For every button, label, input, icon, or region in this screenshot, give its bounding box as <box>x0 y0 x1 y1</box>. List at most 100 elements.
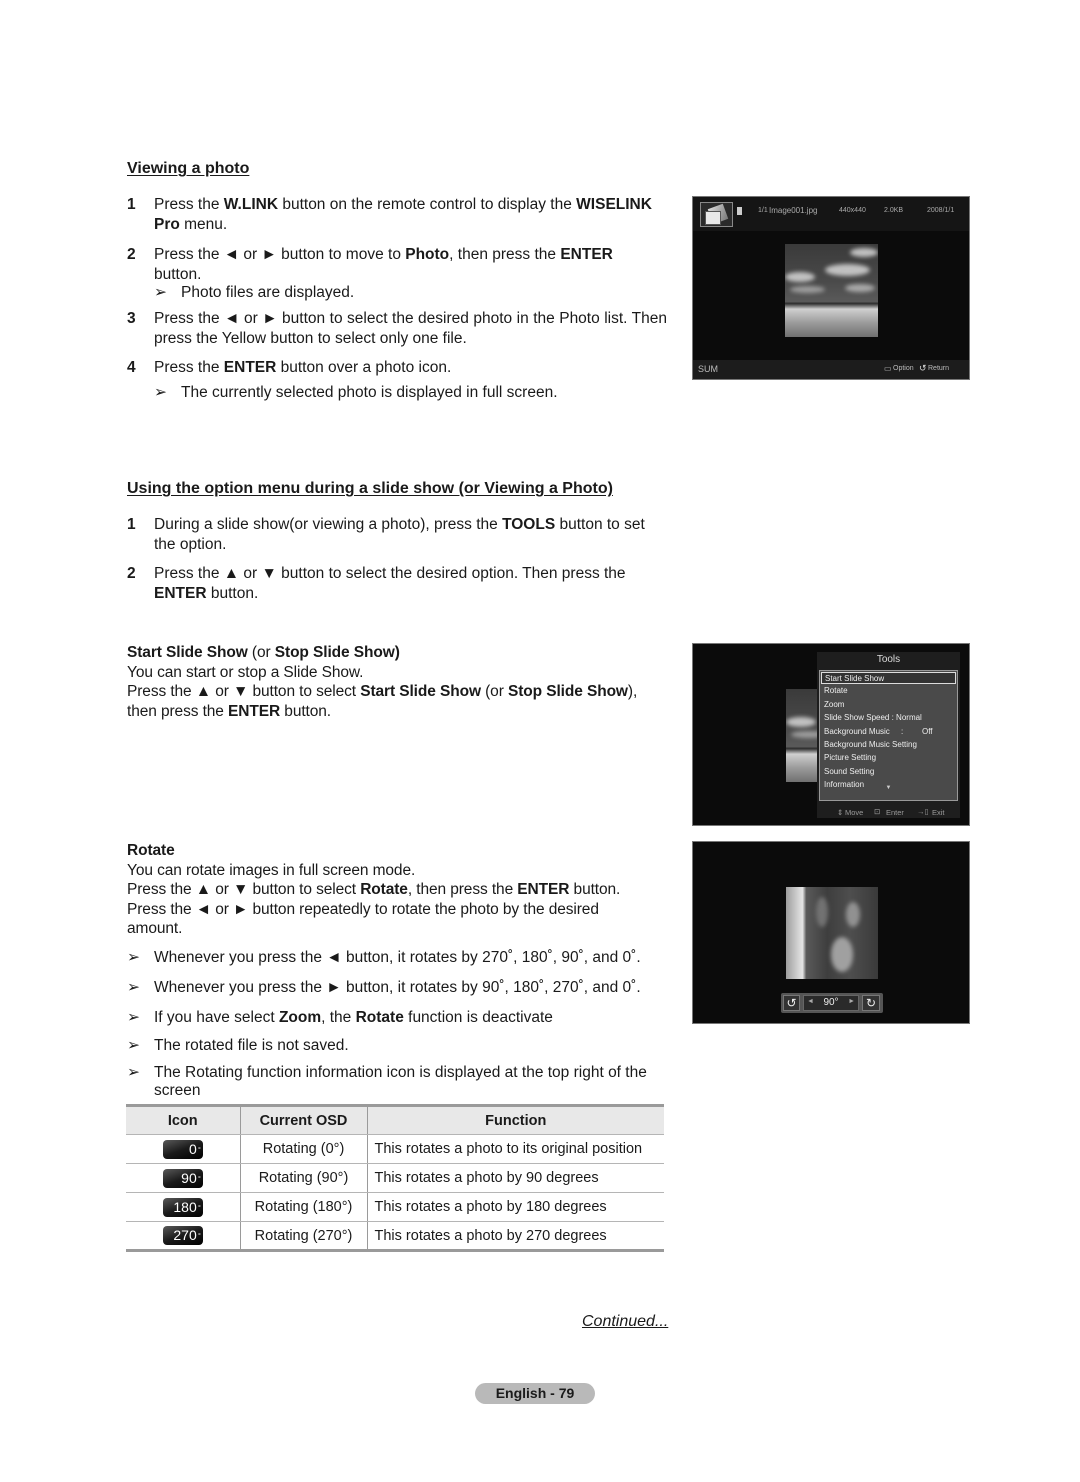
rotation-table: Icon Current OSD Function 0 ° Rotating (0°… <box>126 1104 664 1252</box>
rotation-180-icon: 180 ° <box>162 1197 203 1217</box>
osd-cell: Rotating (270°) <box>239 1221 367 1252</box>
keyword: Rotate <box>355 1009 404 1026</box>
tools-menu-item-label: Rotate <box>824 686 848 696</box>
continued-label: Continued... <box>582 1313 669 1330</box>
step-number: 3 <box>127 310 136 327</box>
text: button over a photo icon. <box>276 359 452 376</box>
status-bar: SUM ▭ Option ↺ Return <box>693 360 969 379</box>
step-2: 2 Press the ◄ or ► button to move to Pho… <box>127 245 627 284</box>
tools-title: Tools <box>876 654 901 665</box>
rotate-note: ➢ The Rotating function information icon… <box>127 1064 647 1099</box>
resolution: 440x440 <box>839 207 866 214</box>
arrow-icon: ➢ <box>127 949 140 966</box>
arrow-icon: ➢ <box>127 1064 140 1081</box>
text: button. <box>280 702 332 720</box>
table-row: 90 ° Rotating (90°) This rotates a photo by… <box>126 1163 664 1193</box>
icon-cell: 0 ° <box>126 1134 240 1164</box>
degree-mark: ° <box>197 1146 201 1154</box>
rotate-osd: ↺ ◄ 90° ► ↻ <box>781 993 883 1013</box>
degree-mark: ° <box>197 1233 201 1240</box>
rotate-right-icon[interactable]: ↻ <box>862 995 880 1011</box>
rotate-note: ➢ Whenever you press the ◄ button, it ro… <box>127 949 641 966</box>
rotated-photo <box>786 887 878 979</box>
tools-menu-item-value: Off <box>922 726 933 736</box>
text: Press the <box>154 359 224 376</box>
text: button on the remote control to display … <box>278 196 577 213</box>
arrow-icon: ➢ <box>127 979 140 996</box>
step-number: 1 <box>127 516 136 533</box>
photo-icon <box>700 202 733 227</box>
step-3: 3 Press the ◄ or ► button to select the … <box>127 309 667 348</box>
rotation-90-icon: 90 ° <box>162 1168 203 1188</box>
tools-menu-item[interactable]: Slide Show Speed : Normal <box>821 712 956 724</box>
keyword: Start Slide Show <box>127 644 248 661</box>
keyword: W.LINK <box>223 196 279 213</box>
separator: : <box>901 726 904 736</box>
tools-menu-item[interactable]: Zoom <box>821 699 956 711</box>
text: Press the ▲ or ▼ button to select <box>127 683 361 700</box>
keyword: Stop Slide Show <box>507 683 628 700</box>
slideshow-block: Start Slide Show (or Stop Slide Show) Yo… <box>127 643 667 721</box>
text: button. <box>206 584 259 602</box>
slideshow-line: You can start or stop a Slide Show. <box>127 663 364 681</box>
header-icon: Icon <box>126 1104 240 1135</box>
note-photo-files: ➢ Photo files are displayed. <box>154 284 355 301</box>
step-number: 1 <box>127 196 136 213</box>
rotate-line: Press the ▲ or ▼ button to select Rotate… <box>127 880 667 900</box>
osd-cell: Rotating (180°) <box>239 1192 367 1222</box>
degree-mark: ° <box>197 1204 201 1212</box>
text: button. <box>569 881 621 898</box>
tools-menu-screenshot: Tools Start Slide Show Rotate Zoom Slide Sh… <box>692 643 970 826</box>
keyword: Zoom <box>278 1009 322 1026</box>
pause-icon <box>737 207 742 215</box>
tools-footer: ⇕ Move ⊡ Enter →▯ Exit <box>817 806 960 818</box>
tools-menu-item[interactable]: Background Music Setting <box>821 739 956 751</box>
rotate-line: Press the ◄ or ► button repeatedly to ro… <box>127 900 599 938</box>
header-current-osd: Current OSD <box>239 1104 367 1135</box>
table-row: 0 ° Rotating (0°) This rotates a photo to i… <box>126 1134 664 1164</box>
text: function is deactivate <box>403 1009 553 1026</box>
info-bar: 1/1 Image001.jpg 440x440 2.0KB 2008/1/1 <box>693 197 969 231</box>
rotate-left-icon[interactable]: ↺ <box>783 995 800 1011</box>
tools-menu-item[interactable]: Background Music: Off <box>821 726 956 738</box>
rotation-angle: 180 <box>173 1198 197 1215</box>
option-icon: ▭ <box>884 364 892 373</box>
rotate-heading: Rotate <box>127 842 175 859</box>
text: Press the ◄ or ► button to select the de… <box>154 310 667 347</box>
keyword: ENTER <box>517 881 570 898</box>
function-cell: This rotates a photo to its original pos… <box>366 1134 664 1164</box>
text: Press the ▲ or ▼ button to select <box>127 881 361 898</box>
return-label: Return <box>928 365 950 372</box>
tools-menu-item-label: Picture Setting <box>824 753 877 763</box>
keyword: ENTER <box>228 702 281 720</box>
scroll-down-icon[interactable]: ▼ <box>819 785 958 791</box>
file-index: 1/1 <box>758 207 768 214</box>
arrow-icon: ➢ <box>127 1037 140 1054</box>
tools-menu-item[interactable]: Picture Setting <box>821 752 956 764</box>
text: , then press the <box>449 246 561 263</box>
arrow-right-icon[interactable]: ► <box>848 998 855 1005</box>
rotate-note: ➢ Whenever you press the ► button, it ro… <box>127 979 641 996</box>
function-cell: This rotates a photo by 90 degrees <box>366 1163 664 1193</box>
keyword: Stop Slide Show <box>274 644 395 661</box>
tools-menu-item[interactable]: Sound Setting <box>821 766 956 778</box>
tools-menu-item[interactable]: Rotate <box>821 685 956 697</box>
tools-menu-item[interactable]: Start Slide Show <box>821 672 956 684</box>
rotate-value: ◄ 90° ► <box>803 995 859 1011</box>
arrow-icon: ➢ <box>154 384 167 401</box>
text: ), <box>627 683 638 700</box>
tools-menu-item-label: Background Music <box>824 726 890 736</box>
text: , the <box>321 1009 356 1026</box>
file-name: Image001.jpg <box>769 206 818 215</box>
device-label: SUM <box>698 364 718 374</box>
rotate-note: ➢ The rotated file is not saved. <box>127 1037 349 1054</box>
file-date: 2008/1/1 <box>927 207 955 214</box>
text: (or <box>247 644 275 661</box>
icon-cell: 180 ° <box>126 1192 240 1222</box>
section-title-option-menu: Using the option menu during a slide sho… <box>127 480 613 497</box>
tools-menu-item-label: Sound Setting <box>824 766 875 776</box>
rotation-angle: 90 <box>181 1169 197 1186</box>
rotate-screenshot: ↺ ◄ 90° ► ↻ <box>692 841 970 1024</box>
step-1: 1 During a slide show(or viewing a photo… <box>127 515 657 554</box>
rotate-block: Rotate You can rotate images in full scr… <box>127 841 667 939</box>
